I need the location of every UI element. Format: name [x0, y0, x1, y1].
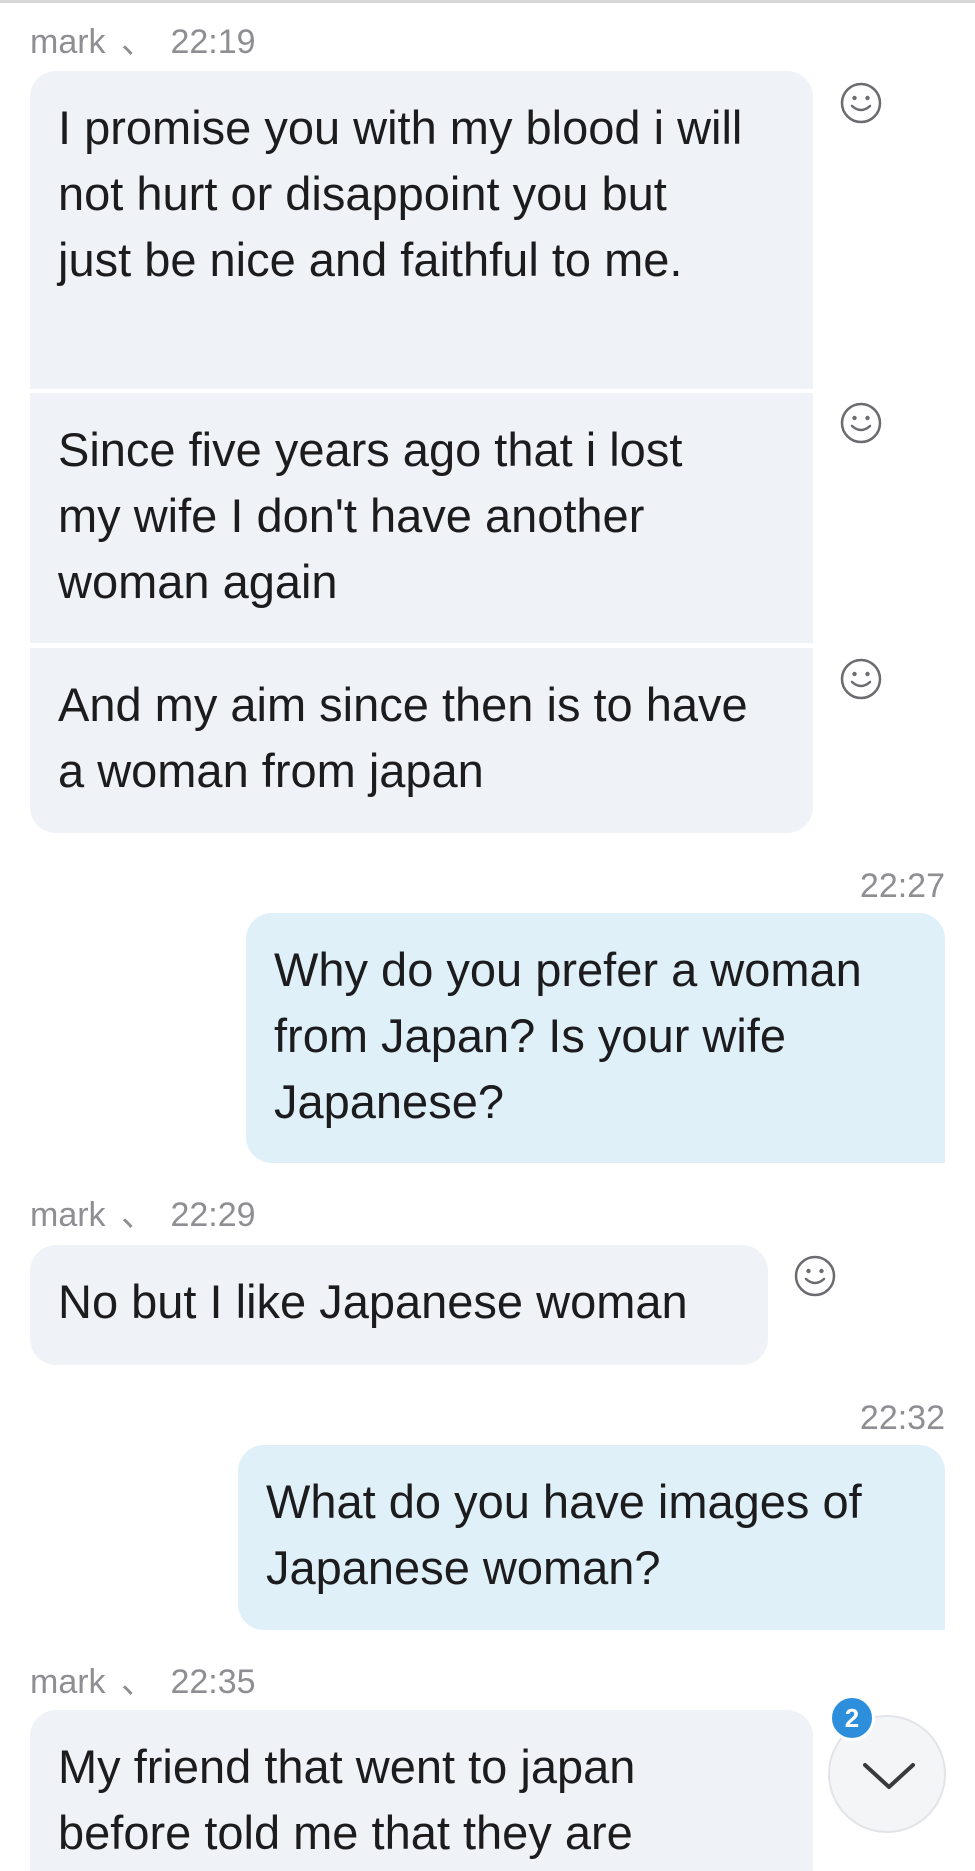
react-emoji-icon[interactable]: [839, 401, 883, 445]
message-meta: mark 、 22:35: [30, 1665, 256, 1699]
sender-name: mark: [30, 1196, 106, 1234]
message-meta: mark 、 22:29: [30, 1198, 256, 1232]
react-emoji-icon[interactable]: [839, 81, 883, 125]
incoming-message-bubble[interactable]: No but I like Japanese woman: [30, 1245, 768, 1365]
separator: 、: [121, 1196, 156, 1234]
sender-name: mark: [30, 1663, 106, 1701]
unread-count-badge: 2: [829, 1695, 875, 1741]
chat-view[interactable]: mark 、 22:19 I promise you with my blood…: [0, 0, 975, 1871]
outgoing-message-bubble[interactable]: Why do you prefer a woman from Japan? Is…: [246, 913, 945, 1163]
message-time: 22:27: [859, 867, 945, 905]
timestamp: 22:35: [170, 1663, 256, 1701]
separator: 、: [121, 1663, 156, 1701]
timestamp: 22:19: [170, 23, 256, 61]
incoming-message-bubble[interactable]: I promise you with my blood i will not h…: [30, 71, 813, 389]
message-time: 22:32: [859, 1399, 945, 1437]
message-text: My friend that went to japan before told…: [58, 1740, 636, 1859]
outgoing-message-bubble[interactable]: What do you have images of Japanese woma…: [238, 1445, 945, 1630]
timestamp: 22:29: [170, 1196, 256, 1234]
sender-name: mark: [30, 23, 106, 61]
message-text: Why do you prefer a woman from Japan? Is…: [274, 943, 862, 1128]
message-meta: mark 、 22:19: [30, 25, 256, 59]
react-emoji-icon[interactable]: [839, 657, 883, 701]
incoming-message-bubble[interactable]: My friend that went to japan before told…: [30, 1710, 813, 1871]
incoming-message-bubble[interactable]: Since five years ago that i lost my wife…: [30, 393, 813, 643]
react-emoji-icon[interactable]: [793, 1254, 837, 1298]
message-text: And my aim since then is to have a woman…: [58, 678, 748, 797]
separator: 、: [121, 23, 156, 61]
incoming-message-bubble[interactable]: And my aim since then is to have a woman…: [30, 648, 813, 833]
message-text: I promise you with my blood i will not h…: [58, 101, 743, 286]
message-text: Since five years ago that i lost my wife…: [58, 423, 683, 608]
message-text: No but I like Japanese woman: [58, 1275, 688, 1328]
message-text: What do you have images of Japanese woma…: [266, 1475, 862, 1594]
chevron-down-icon: [863, 1763, 915, 1789]
